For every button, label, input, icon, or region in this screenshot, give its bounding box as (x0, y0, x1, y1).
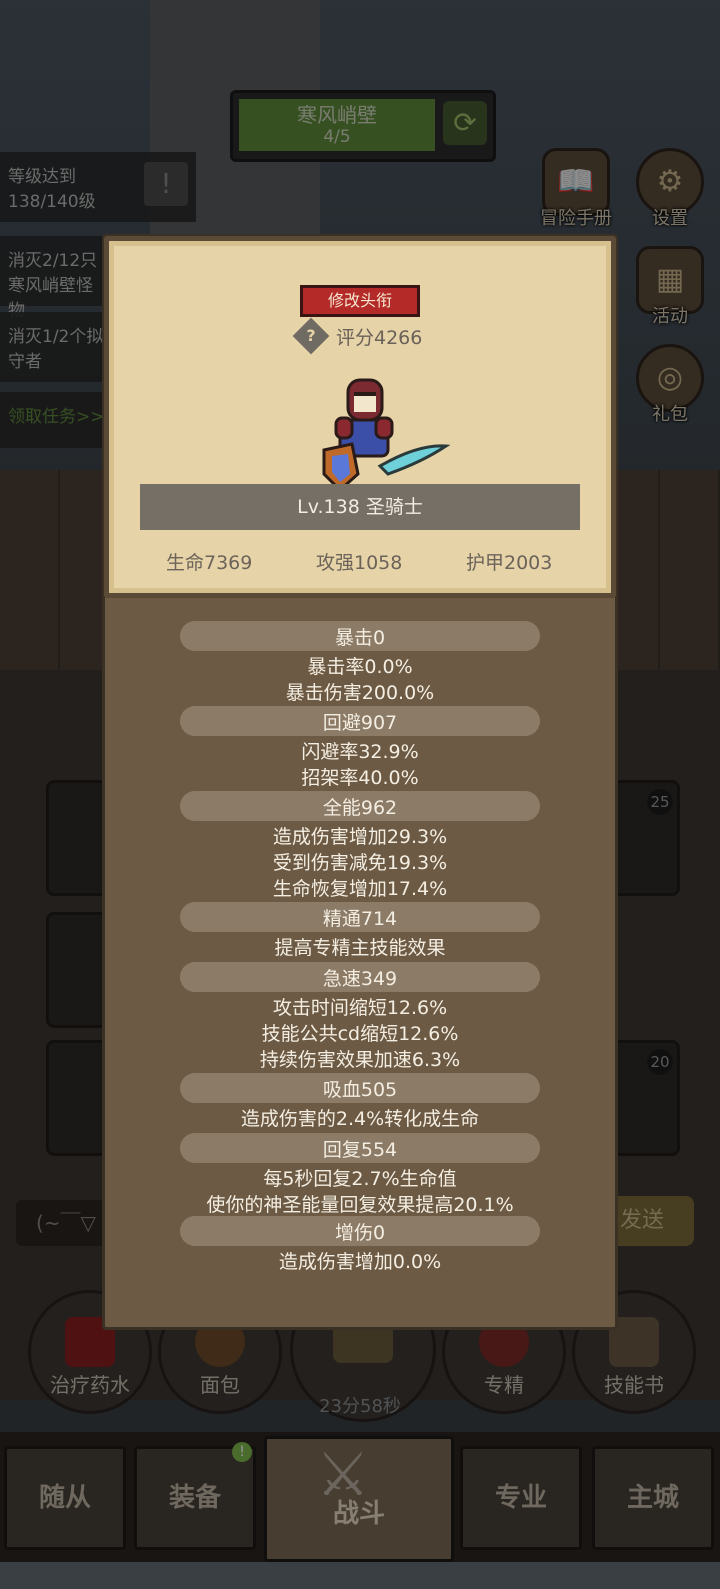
stat-line: 持续伤害效果加速6.3% (259, 1049, 461, 1071)
stat-line: 暴击率0.0% (307, 656, 413, 678)
score-text: 评分4266 (336, 327, 423, 349)
stat-line: 闪避率32.9% (301, 741, 419, 763)
stat-line: 技能公共cd缩短12.6% (261, 1023, 459, 1045)
stat-mastery: 精通714 (322, 908, 398, 930)
stat-line: 暴击伤害200.0% (285, 682, 435, 704)
stat-line: 造成伤害增加0.0% (278, 1251, 442, 1273)
stat-line: 提高专精主技能效果 (274, 937, 446, 959)
stat-damage-bonus: 增伤0 (334, 1222, 386, 1244)
change-title-button[interactable]: 修改头衔 (300, 285, 420, 317)
stat-crit: 暴击0 (334, 627, 386, 649)
stat-avoidance: 回避907 (322, 712, 398, 734)
stat-haste: 急速349 (322, 968, 398, 990)
armor-stat: 护甲2003 (466, 552, 553, 574)
stat-line: 每5秒回复2.7%生命值 (263, 1168, 457, 1190)
attack-stat: 攻强1058 (316, 552, 403, 574)
level-class-bar: Lv.138 圣骑士 (140, 484, 580, 530)
stat-regen: 回复554 (322, 1139, 398, 1161)
hp-stat: 生命7369 (166, 552, 253, 574)
stat-line: 造成伤害增加29.3% (272, 826, 448, 848)
stat-line: 造成伤害的2.4%转化成生命 (240, 1108, 480, 1130)
stat-lifesteal: 吸血505 (322, 1079, 398, 1101)
stat-line: 生命恢复增加17.4% (272, 878, 448, 900)
stat-versatility: 全能962 (322, 797, 398, 819)
stat-line: 攻击时间缩短12.6% (272, 997, 448, 1019)
stat-line: 使你的神圣能量回复效果提高20.1% (206, 1194, 514, 1216)
stat-line: 招架率40.0% (301, 767, 419, 789)
paladin-avatar (322, 378, 451, 493)
help-icon-glyph: ? (306, 326, 316, 345)
stat-line: 受到伤害减免19.3% (272, 852, 448, 874)
